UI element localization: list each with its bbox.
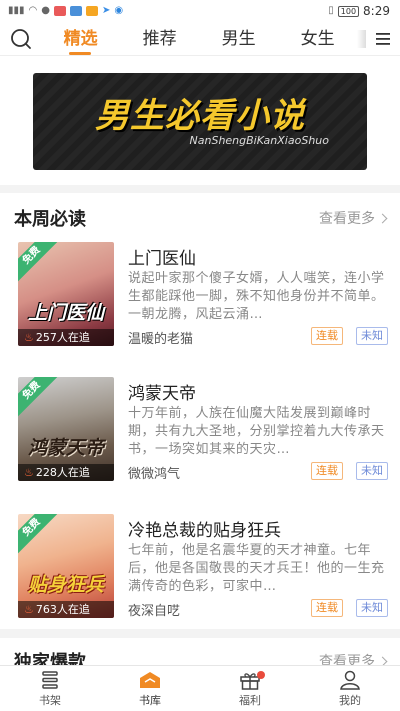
profile-icon bbox=[340, 670, 360, 690]
send-icon: ➤ bbox=[101, 5, 111, 16]
browser-icon: ◉ bbox=[114, 5, 124, 16]
view-more-label: 查看更多 bbox=[319, 211, 375, 227]
app-notification-icon bbox=[69, 6, 82, 16]
cover-title: 鸿蒙天帝 bbox=[27, 437, 104, 459]
library-icon bbox=[140, 671, 160, 688]
tab-male[interactable]: 男生 bbox=[199, 22, 278, 56]
book-description: 十万年前，人族在仙魔大陆发展到巅峰时期，共有九大圣地，分别掌控着九大传承天书，一… bbox=[128, 406, 385, 457]
promo-banner[interactable]: 男生必看小说 NanShengBiKanXiaoShuo bbox=[33, 73, 367, 170]
fire-icon: ♨ bbox=[24, 466, 34, 479]
app-notification-icon bbox=[53, 6, 66, 16]
chat-icon: ● bbox=[41, 5, 50, 16]
menu-icon bbox=[376, 32, 391, 45]
readers-count: ♨ 763人在追 bbox=[18, 601, 114, 618]
category-tabs: 精选 推荐 男生 女生 bbox=[41, 22, 357, 56]
book-author: 微微鸿气 bbox=[128, 467, 181, 482]
cover-title: 上门医仙 bbox=[27, 302, 104, 324]
book-cover[interactable]: 鸿蒙天帝 免费 ♨ 228人在追 bbox=[18, 377, 114, 481]
menu-button[interactable] bbox=[366, 22, 400, 56]
chevron-right-icon bbox=[377, 213, 388, 223]
status-time: 8:29 bbox=[363, 4, 390, 18]
readers-count: ♨ 228人在追 bbox=[18, 464, 114, 481]
signal-icon: ▮▮▮ bbox=[8, 5, 25, 16]
tab-featured[interactable]: 精选 bbox=[41, 22, 120, 56]
book-description: 七年前，他是名震华夏的天才神童。七年后，他是各国敬畏的天才兵王！他的一生充满传奇… bbox=[128, 543, 385, 594]
nav-library[interactable]: 书库 bbox=[100, 666, 200, 711]
readers-text: 257人在追 bbox=[35, 331, 90, 344]
notification-dot bbox=[257, 671, 265, 679]
weekly-section-header: 本周必读 查看更多 bbox=[0, 203, 400, 233]
nav-label: 书架 bbox=[39, 693, 61, 707]
book-item[interactable]: 鸿蒙天帝 免费 ♨ 228人在追 鸿蒙天帝 十万年前，人族在仙魔大陆发展到巅峰时期… bbox=[0, 377, 400, 485]
book-item[interactable]: 上门医仙 免费 ♨ 257人在追 上门医仙 说起叶家那个傻子女婿，人人嗤笑，连小学… bbox=[0, 242, 400, 350]
book-title[interactable]: 冷艳总裁的贴身狂兵 bbox=[128, 516, 281, 541]
banner-subtitle: NanShengBiKanXiaoShuo bbox=[189, 134, 329, 147]
vibrate-icon: ▯ bbox=[328, 5, 334, 16]
nav-label: 福利 bbox=[239, 693, 261, 707]
status-bar: ▮▮▮ ◠ ● ➤ ◉ ▯ 100 8:29 bbox=[0, 0, 400, 22]
status-tag: 连载 bbox=[311, 462, 343, 480]
tab-recommended[interactable]: 推荐 bbox=[120, 22, 199, 56]
top-nav: 精选 推荐 男生 女生 bbox=[0, 22, 400, 56]
section-title: 本周必读 bbox=[14, 209, 86, 230]
book-cover[interactable]: 上门医仙 免费 ♨ 257人在追 bbox=[18, 242, 114, 346]
search-icon bbox=[10, 28, 31, 49]
battery-indicator: 100 bbox=[337, 5, 360, 17]
nav-welfare[interactable]: 福利 bbox=[200, 666, 300, 711]
book-title[interactable]: 上门医仙 bbox=[128, 244, 196, 269]
status-left: ▮▮▮ ◠ ● ➤ ◉ bbox=[8, 5, 123, 17]
banner-title: 男生必看小说 bbox=[95, 96, 305, 136]
word-count-tag: 未知 bbox=[356, 327, 388, 345]
status-tag: 连载 bbox=[311, 327, 343, 345]
search-button[interactable] bbox=[0, 22, 41, 56]
nav-bookshelf[interactable]: 书架 bbox=[0, 666, 100, 711]
word-count-tag: 未知 bbox=[356, 462, 388, 480]
readers-text: 228人在追 bbox=[35, 466, 90, 479]
app-notification-icon bbox=[85, 6, 98, 16]
fire-icon: ♨ bbox=[24, 603, 34, 616]
book-cover[interactable]: 贴身狂兵 免费 ♨ 763人在追 bbox=[18, 514, 114, 618]
status-right: ▯ 100 8:29 bbox=[328, 4, 390, 18]
word-count-tag: 未知 bbox=[356, 599, 388, 617]
section-divider bbox=[0, 629, 400, 638]
tab-female[interactable]: 女生 bbox=[278, 22, 357, 56]
view-more-link[interactable]: 查看更多 bbox=[319, 208, 388, 228]
bottom-nav: 书架 书库 福利 我的 bbox=[0, 665, 400, 711]
section-divider bbox=[0, 185, 400, 193]
book-item[interactable]: 贴身狂兵 免费 ♨ 763人在追 冷艳总裁的贴身狂兵 七年前，他是名震华夏的天才神… bbox=[0, 514, 400, 622]
readers-text: 763人在追 bbox=[35, 603, 90, 616]
nav-label: 书库 bbox=[139, 693, 161, 707]
tabs-overflow-fade bbox=[357, 29, 367, 48]
book-title[interactable]: 鸿蒙天帝 bbox=[128, 379, 196, 404]
book-author: 温暖的老猫 bbox=[128, 332, 194, 347]
nav-profile[interactable]: 我的 bbox=[300, 666, 400, 711]
readers-count: ♨ 257人在追 bbox=[18, 329, 114, 346]
nav-label: 我的 bbox=[339, 693, 361, 707]
book-author: 夜深自呓 bbox=[128, 604, 181, 619]
fire-icon: ♨ bbox=[24, 331, 34, 344]
status-tag: 连载 bbox=[311, 599, 343, 617]
book-description: 说起叶家那个傻子女婿，人人嗤笑，连小学生都能踩他一脚，殊不知他身份并不简单。一朝… bbox=[128, 271, 385, 322]
cover-title: 贴身狂兵 bbox=[27, 574, 104, 596]
bookshelf-icon bbox=[42, 670, 58, 689]
wifi-icon: ◠ bbox=[28, 5, 38, 16]
